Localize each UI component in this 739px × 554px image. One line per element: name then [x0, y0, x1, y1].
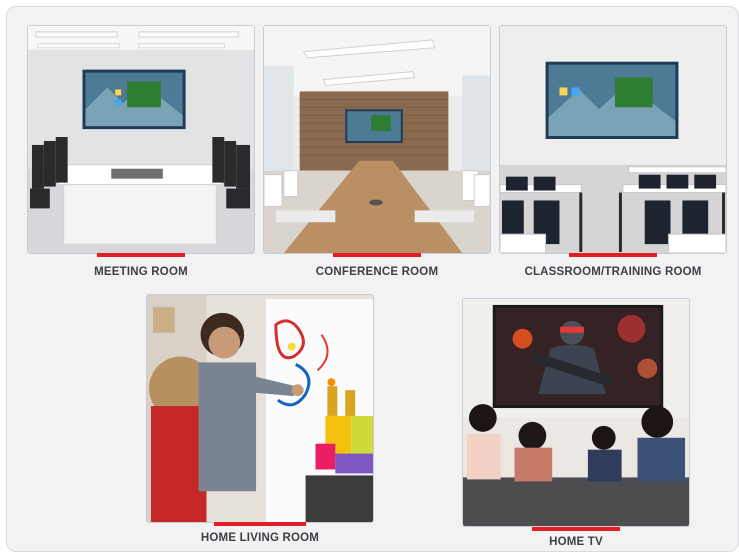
accent-underline: [532, 527, 620, 531]
accent-underline: [214, 522, 306, 526]
accent-underline: [569, 253, 657, 257]
accent-underline: [333, 253, 421, 257]
use-case-card-conference-room: CONFERENCE ROOM: [263, 25, 491, 285]
caption-conference-room: CONFERENCE ROOM: [315, 266, 439, 278]
use-case-card-classroom: CLASSROOM/TRAINING ROOM: [499, 25, 727, 285]
kids-at-interactive-board-photo: [146, 294, 374, 523]
use-case-card-home-living-room: HOME LIVING ROOM: [146, 294, 374, 546]
classroom-photo: [499, 25, 727, 254]
use-case-card-meeting-room: MEETING ROOM: [27, 25, 255, 285]
accent-underline: [97, 253, 185, 257]
meeting-room-photo: [27, 25, 255, 254]
conference-room-photo: [263, 25, 491, 254]
use-case-panel: MEETING ROOM CONFERENCE ROOM CLASSROOM/T…: [6, 6, 739, 552]
use-case-card-home-tv: HOME TV: [462, 298, 690, 548]
caption-classroom-training-room: CLASSROOM/TRAINING ROOM: [524, 266, 702, 278]
family-watching-tv-photo: [462, 298, 690, 527]
caption-home-living-room: HOME LIVING ROOM: [200, 532, 320, 544]
caption-meeting-room: MEETING ROOM: [94, 266, 188, 278]
caption-home-tv: HOME TV: [549, 536, 603, 548]
